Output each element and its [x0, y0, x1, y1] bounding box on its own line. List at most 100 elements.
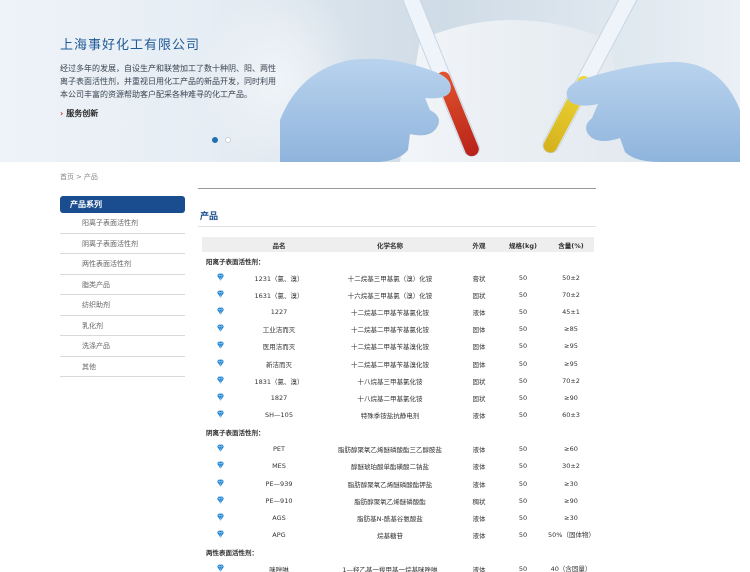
table-group-row: 两性表面活性剂： — [202, 544, 594, 561]
spec: 50 — [518, 531, 528, 540]
banner-more-label: 服务创新 — [66, 109, 99, 118]
spec: 50 — [518, 307, 528, 316]
page-title: 产品 — [200, 212, 219, 222]
table-row[interactable]: 1227 十二烷基二甲基苄基氯化铵 液体 50 45±1 — [202, 303, 594, 320]
appearance: 液体 — [472, 480, 486, 489]
content: ≥85 — [564, 325, 578, 334]
spec: 50 — [518, 479, 528, 488]
diamond-icon — [216, 496, 225, 504]
appearance: 膏状 — [472, 274, 486, 283]
product-name: 1831（氯、溴） — [254, 377, 304, 386]
diamond-icon — [216, 376, 225, 384]
chemical-name: 十二烷基三甲基氯（溴）化铵 — [347, 274, 433, 283]
table-row[interactable]: APG 烷基糖苷 液体 50 50%（固体物） — [202, 527, 595, 544]
sidebar-item-amphoteric[interactable]: 两性表面活性剂 — [60, 254, 185, 275]
sidebar-title[interactable]: 产品系列 — [60, 196, 185, 213]
row-icon-cell — [202, 286, 238, 303]
row-icon-cell — [202, 407, 238, 424]
content: ≥30 — [564, 479, 578, 488]
chemical-name: 十二烷基二甲基苄基氯化铵 — [351, 308, 429, 317]
appearance: 液体 — [472, 532, 486, 541]
divider — [198, 188, 596, 189]
content: 70±2 — [562, 376, 580, 385]
sidebar-item-other[interactable]: 其他 — [60, 357, 185, 377]
product-name: 1631（氯、溴） — [254, 291, 304, 300]
row-icon-cell — [202, 355, 238, 372]
spec: 50 — [518, 411, 528, 420]
table-row[interactable]: PE—910 脂肪醇聚氧乙烯醚磷酸酯 稠状 50 ≥90 — [202, 492, 594, 509]
chemical-name: 醇醚琥珀酸单酯磺酸二钠盐 — [351, 463, 429, 472]
diamond-icon — [216, 393, 225, 401]
sidebar-item-anionic[interactable]: 阴离子表面活性剂 — [60, 234, 185, 254]
content: ≥95 — [564, 359, 578, 368]
group-title: 两性表面活性剂： — [206, 549, 258, 558]
carousel-dot-1[interactable] — [212, 137, 218, 143]
chemical-name: 脂肪醇聚氧乙烯醚磷酸酯钾盐 — [347, 480, 433, 489]
spec: 50 — [518, 462, 528, 471]
product-name: 工业洁而灭 — [262, 326, 296, 335]
group-title: 阳离子表面活性剂： — [206, 257, 265, 266]
content: 40（含固量） — [550, 564, 592, 572]
table-row[interactable]: SH—105 特殊季铵盐抗静电剂 液体 50 60±3 — [202, 407, 594, 424]
content: ≥95 — [564, 342, 578, 351]
row-icon-cell — [202, 475, 238, 492]
spec: 50 — [518, 273, 528, 282]
product-name: APG — [272, 531, 286, 540]
spec: 50 — [518, 325, 528, 334]
chemical-name: 脂肪醇聚氧乙烯醚磷酸酯三乙醇胺盐 — [338, 446, 442, 455]
product-name: SH—105 — [265, 411, 293, 420]
product-name: MES — [272, 462, 286, 471]
sidebar-item-textile[interactable]: 纺织助剂 — [60, 295, 185, 316]
chemical-name: 十八烷基三甲基氯化铵 — [357, 377, 423, 386]
table-row[interactable]: 1631（氯、溴） 十六烷基三甲基氯（溴）化铵 固状 50 70±2 — [202, 286, 594, 303]
banner-more-link[interactable]: › 服务创新 — [60, 108, 98, 119]
diamond-icon — [216, 273, 225, 281]
diamond-icon — [216, 359, 225, 367]
table-row[interactable]: 工业洁而灭 十二烷基二甲基苄基氯化铵 固体 50 ≥85 — [202, 321, 594, 338]
diamond-icon — [216, 513, 225, 521]
chemical-name: 脂肪醇聚氧乙烯醚磷酸酯 — [354, 497, 426, 506]
product-name: AGS — [272, 514, 286, 523]
chemical-name: 脂肪基N-酰基谷氨酸盐 — [357, 515, 423, 524]
row-icon-cell — [202, 527, 238, 544]
product-name: 医用洁而灭 — [262, 343, 296, 352]
sidebar-item-emulsifier[interactable]: 乳化剂 — [60, 316, 185, 336]
content: 50%（固体物） — [548, 530, 595, 539]
breadcrumb-current: 产品 — [83, 173, 98, 181]
product-name: 1227 — [270, 307, 288, 316]
table-row[interactable]: PE—939 脂肪醇聚氧乙烯醚磷酸酯钾盐 液体 50 ≥30 — [202, 475, 594, 492]
table-row[interactable]: 新洁而灭 十二烷基二甲基苄基溴化铵 固体 50 ≥95 — [202, 355, 594, 372]
banner-lab-image — [280, 0, 740, 162]
spec: 50 — [518, 514, 528, 523]
table-row[interactable]: 1231（氯、溴） 十二烷基三甲基氯（溴）化铵 膏状 50 50±2 — [202, 269, 594, 286]
table-row[interactable]: AGS 脂肪基N-酰基谷氨酸盐 液体 50 ≥30 — [202, 509, 594, 526]
banner-description: 经过多年的发展，自设生产和联营加工了数十种阴、阳、两性离子表面活性剂，并重视日用… — [60, 64, 276, 99]
spec: 50 — [518, 565, 528, 572]
spec: 50 — [518, 393, 528, 402]
table-row[interactable]: PET 脂肪醇聚氧乙烯醚磷酸酯三乙醇胺盐 液体 50 ≥60 — [202, 441, 594, 458]
table-row[interactable]: 1831（氯、溴） 十八烷基三甲基氯化铵 固状 50 70±2 — [202, 372, 594, 389]
spec: 50 — [518, 376, 528, 385]
breadcrumb-separator: > — [76, 173, 82, 181]
main-content: 产品 品名 化学名称 外观 规格(kg) 含量(%) 阳离子表面活性剂： 1231… — [198, 188, 596, 572]
appearance: 固体 — [472, 326, 486, 335]
diamond-icon — [216, 307, 225, 315]
table-row[interactable]: 咪唑啉 1—羟乙基一羧甲基一烷基咪唑啉 液体 50 40（含固量） — [202, 561, 594, 572]
breadcrumb-home[interactable]: 首页 — [60, 173, 74, 181]
table-row[interactable]: MES 醇醚琥珀酸单酯磺酸二钠盐 液体 50 30±2 — [202, 458, 594, 475]
table-row[interactable]: 医用洁而灭 十二烷基二甲基苄基溴化铵 固体 50 ≥95 — [202, 338, 594, 355]
sidebar-item-detergent[interactable]: 洗涤产品 — [60, 336, 185, 357]
hero-banner: 上海事好化工有限公司 经过多年的发展，自设生产和联营加工了数十种阴、阳、两性离子… — [0, 0, 740, 162]
sidebar-item-cationic[interactable]: 阳离子表面活性剂 — [60, 213, 185, 234]
chemical-name: 十二烷基二甲基苄基溴化铵 — [351, 343, 429, 352]
product-table: 品名 化学名称 外观 规格(kg) 含量(%) 阳离子表面活性剂： 1231（氯、… — [202, 237, 595, 572]
chemical-name: 十八烷基二甲基氯化铵 — [357, 394, 423, 403]
chemical-name: 特殊季铵盐抗静电剂 — [360, 412, 420, 421]
product-name: 1231（氯、溴） — [254, 274, 304, 283]
row-icon-cell — [202, 561, 238, 572]
content: 60±3 — [562, 411, 580, 420]
sidebar-item-esters[interactable]: 脂类产品 — [60, 275, 185, 295]
table-row[interactable]: 1827 十八烷基二甲基氯化铵 固状 50 ≥90 — [202, 389, 594, 406]
carousel-dot-2[interactable] — [225, 137, 231, 143]
table-group-row: 阳离子表面活性剂： — [202, 252, 594, 269]
